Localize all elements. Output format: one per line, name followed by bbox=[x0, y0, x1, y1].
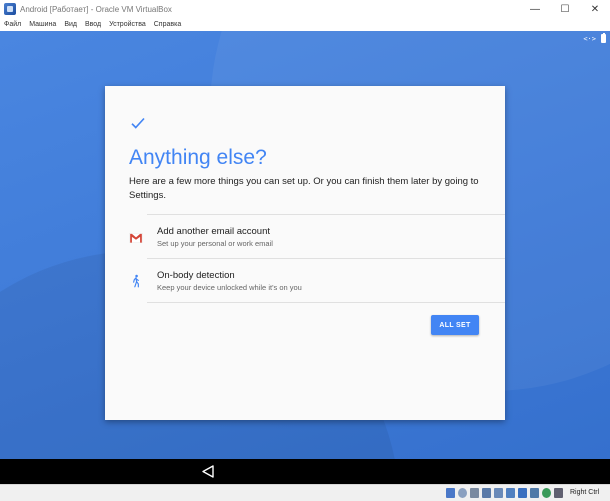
page-title: Anything else? bbox=[129, 146, 267, 169]
optical-drive-icon[interactable] bbox=[458, 488, 467, 498]
divider bbox=[147, 214, 505, 215]
menu-machine[interactable]: Машина bbox=[29, 21, 56, 28]
menu-devices[interactable]: Устройства bbox=[109, 21, 146, 28]
back-icon[interactable] bbox=[201, 465, 215, 478]
android-nav-bar bbox=[0, 459, 610, 484]
usb-icon[interactable] bbox=[494, 488, 503, 498]
network-icon[interactable] bbox=[482, 488, 491, 498]
minimize-button[interactable]: — bbox=[520, 0, 550, 18]
menu-file[interactable]: Файл bbox=[4, 21, 21, 28]
vbox-status-bar: Right Ctrl bbox=[0, 484, 610, 501]
walking-person-icon bbox=[133, 274, 139, 288]
window-title: Android [Работает] - Oracle VM VirtualBo… bbox=[20, 4, 172, 14]
recording-icon[interactable] bbox=[530, 488, 539, 498]
hard-disk-icon[interactable] bbox=[446, 488, 455, 498]
mouse-integration-icon[interactable] bbox=[554, 488, 563, 498]
page-description: Here are a few more things you can set u… bbox=[129, 176, 479, 201]
window-titlebar: Android [Работает] - Oracle VM VirtualBo… bbox=[0, 0, 610, 18]
divider bbox=[147, 302, 505, 303]
audio-icon[interactable] bbox=[470, 488, 479, 498]
close-button[interactable]: ✕ bbox=[580, 0, 610, 18]
divider bbox=[147, 258, 505, 259]
gmail-icon bbox=[129, 233, 143, 243]
android-display[interactable]: <·> Anything else? Here are a few more t… bbox=[0, 31, 610, 459]
vbox-device-icons bbox=[446, 488, 563, 498]
option-add-email[interactable]: Add another email account Set up your pe… bbox=[105, 216, 505, 258]
menu-view[interactable]: Вид bbox=[64, 21, 77, 28]
display-icon[interactable] bbox=[518, 488, 527, 498]
option-title: On-body detection bbox=[157, 270, 235, 281]
setup-card: Anything else? Here are a few more thing… bbox=[105, 86, 505, 420]
battery-icon bbox=[601, 32, 606, 43]
virtualbox-app-icon bbox=[4, 3, 16, 15]
check-icon bbox=[131, 117, 145, 129]
menu-bar: Файл Машина Вид Ввод Устройства Справка bbox=[0, 18, 610, 31]
shared-folders-icon[interactable] bbox=[506, 488, 515, 498]
all-set-button[interactable]: ALL SET bbox=[431, 315, 479, 335]
window-controls: — ☐ ✕ bbox=[520, 0, 610, 18]
android-status-bar: <·> bbox=[583, 32, 606, 43]
option-on-body-detection[interactable]: On-body detection Keep your device unloc… bbox=[105, 260, 505, 302]
maximize-button[interactable]: ☐ bbox=[550, 0, 580, 18]
cpu-icon[interactable] bbox=[542, 488, 551, 498]
menu-help[interactable]: Справка bbox=[154, 21, 181, 28]
code-icon: <·> bbox=[583, 34, 596, 43]
option-subtitle: Keep your device unlocked while it's on … bbox=[157, 283, 302, 292]
menu-input[interactable]: Ввод bbox=[85, 21, 101, 28]
option-title: Add another email account bbox=[157, 226, 271, 237]
option-subtitle: Set up your personal or work email bbox=[157, 239, 273, 248]
host-key-label: Right Ctrl bbox=[570, 489, 600, 496]
